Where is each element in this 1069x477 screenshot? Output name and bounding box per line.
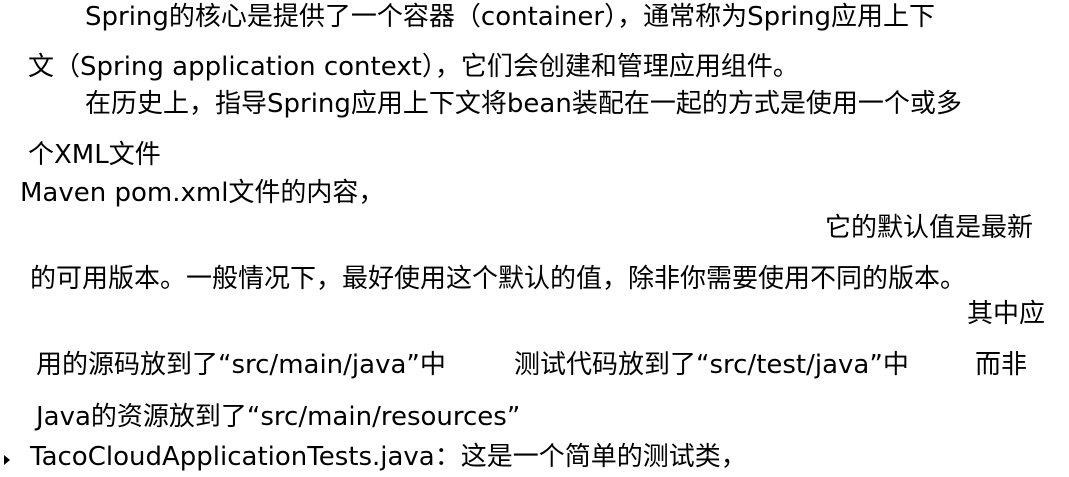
text-line-7: 的可用版本。一般情况下，最好使用这个默认的值，除非你需要使用不同的版本。 [30,264,967,294]
text-line-11: TacoCloudApplicationTests.java：这是一个简单的测试… [30,442,747,472]
text-line-6: 它的默认值是最新 [825,213,1034,243]
text-line-10: Java的资源放到了“src/main/resources” [36,402,521,432]
text-line-2: 文（Spring application context），它们会创建和管理应用… [28,52,799,82]
text-line-3: 在历史上，指导Spring应用上下文将bean装配在一起的方式是使用一个或多 [85,89,962,119]
text-line-4: 个XML文件 [28,140,161,170]
text-line-9c: 而非 [975,350,1028,380]
text-line-9a: 用的源码放到了“src/main/java”中 [36,350,446,380]
text-line-1: Spring的核心是提供了一个容器（container），通常称为Spring应… [85,2,936,32]
text-line-9b: 测试代码放到了“src/test/java”中 [514,350,909,380]
text-line-8: 其中应 [967,299,1046,329]
text-line-5: Maven pom.xml文件的内容， [20,178,385,208]
bullet-icon [4,455,10,465]
